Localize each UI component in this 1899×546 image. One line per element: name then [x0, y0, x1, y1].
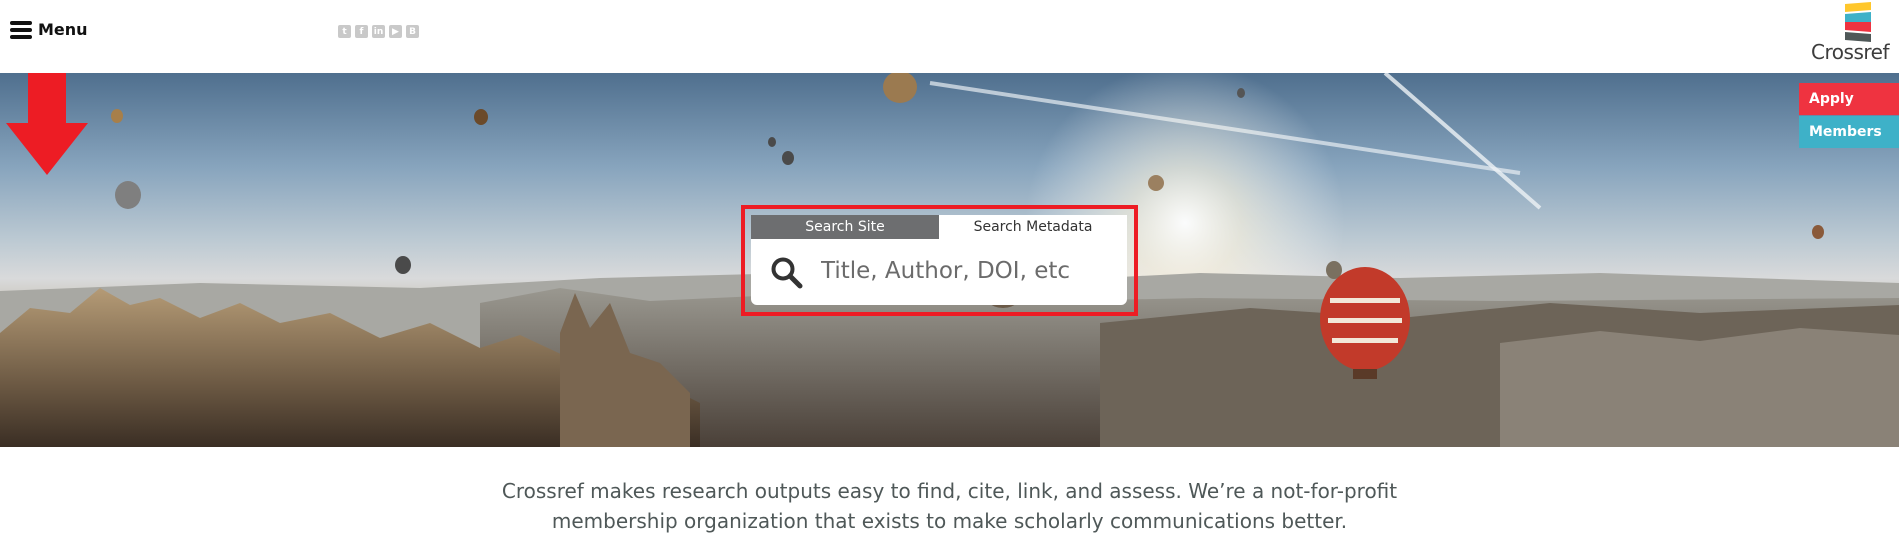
hamburger-icon — [10, 20, 32, 39]
apply-button[interactable]: Apply — [1799, 83, 1899, 115]
tagline-line-1: Crossref makes research outputs easy to … — [501, 479, 1398, 503]
tab-search-metadata[interactable]: Search Metadata — [939, 215, 1127, 239]
search-field — [751, 239, 1127, 305]
menu-label: Menu — [38, 20, 88, 39]
tab-search-site[interactable]: Search Site — [751, 215, 939, 239]
search-input[interactable] — [819, 251, 1109, 291]
menu-button[interactable]: Menu — [10, 20, 88, 39]
social-links: t f in ▶ B — [338, 25, 419, 38]
facebook-icon[interactable]: f — [355, 25, 368, 38]
red-arrow-annotation — [6, 73, 88, 175]
site-header: Menu t f in ▶ B Crossref — [0, 0, 1899, 73]
logo-wordmark: Crossref — [1811, 40, 1889, 64]
tagline: Crossref makes research outputs easy to … — [0, 476, 1899, 536]
search-widget: Search Site Search Metadata — [751, 215, 1127, 305]
members-button[interactable]: Members — [1799, 116, 1899, 148]
tagline-line-2: membership organization that exists to m… — [551, 509, 1348, 533]
youtube-icon[interactable]: ▶ — [389, 25, 402, 38]
search-tabs: Search Site Search Metadata — [751, 215, 1127, 239]
twitter-icon[interactable]: t — [338, 25, 351, 38]
crossref-logo[interactable]: Crossref — [1791, 2, 1889, 64]
blog-icon[interactable]: B — [406, 25, 419, 38]
linkedin-icon[interactable]: in — [372, 25, 385, 38]
search-icon[interactable] — [770, 256, 804, 290]
